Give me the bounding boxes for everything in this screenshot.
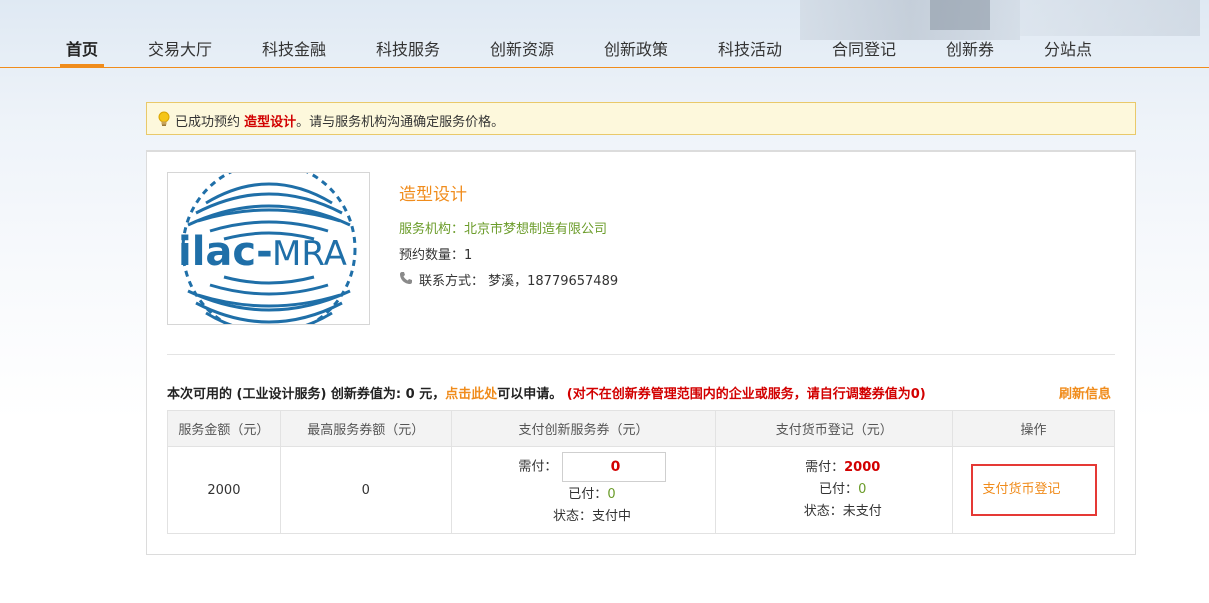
phone-icon xyxy=(399,271,415,289)
cell-max-voucher: 0 xyxy=(279,446,452,534)
nav-item-tech-activities[interactable]: 科技活动 xyxy=(718,36,782,60)
cash-need-label: 需付： xyxy=(805,460,845,475)
table-header-row: 服务金额（元） 最高服务券额（元） 支付创新服务券（元） 支付货币登记（元） 操… xyxy=(167,410,1115,447)
nav-item-trading-hall[interactable]: 交易大厅 xyxy=(148,36,212,60)
voucher-paid-label: 已付： xyxy=(568,487,608,502)
voucher-need-input[interactable]: 0 xyxy=(561,452,666,482)
nav-item-innovation-voucher[interactable]: 创新券 xyxy=(946,36,994,60)
refresh-info-link[interactable]: 刷新信息 xyxy=(1059,383,1111,402)
section-divider xyxy=(167,354,1115,355)
success-notice: 已成功预约 造型设计。请与服务机构沟通确定服务价格。 xyxy=(146,102,1136,135)
nav-item-substations[interactable]: 分站点 xyxy=(1044,36,1092,60)
lightbulb-icon xyxy=(158,111,170,126)
contact-text: 联系方式： 梦溪，18779657489 xyxy=(419,274,619,289)
service-title[interactable]: 造型设计 xyxy=(399,180,467,205)
avail-warning: (对不在创新券管理范围内的企业或服务，请自行调整券值为0) xyxy=(566,387,926,402)
notice-suffix: 。请与服务机构沟通确定服务价格。 xyxy=(296,115,505,130)
logo-wordmark: ilac- xyxy=(178,229,273,275)
nav-item-tech-finance[interactable]: 科技金融 xyxy=(262,36,326,60)
header-max-voucher: 最高服务券额（元） xyxy=(279,410,452,447)
nav-item-innovation-policy[interactable]: 创新政策 xyxy=(604,36,668,60)
nav-item-home[interactable]: 首页 xyxy=(66,36,98,60)
voucher-need-label: 需付： xyxy=(518,459,558,475)
voucher-availability: 本次可用的 (工业设计服务) 创新券值为: 0 元，点击此处可以申请。 (对不在… xyxy=(167,383,926,402)
cash-paid-value: 0 xyxy=(858,482,867,497)
notice-text: 已成功预约 造型设计。请与服务机构沟通确定服务价格。 xyxy=(175,111,504,130)
voucher-status: 状态：支付中 xyxy=(552,509,631,524)
header-pay-voucher: 支付创新服务券（元） xyxy=(450,410,717,447)
cell-pay-cash: 需付：2000 已付：0 状态：未支付 xyxy=(715,446,954,534)
voucher-paid-value: 0 xyxy=(607,487,616,502)
notice-service-name: 造型设计 xyxy=(244,115,297,130)
header-service-amount: 服务金额（元） xyxy=(167,410,281,447)
payment-table: 服务金额（元） 最高服务券额（元） 支付创新服务券（元） 支付货币登记（元） 操… xyxy=(167,410,1115,534)
ilac-mra-logo: ilac- MRA xyxy=(178,173,357,324)
apply-link[interactable]: 点击此处 xyxy=(445,387,497,402)
header-action: 操作 xyxy=(952,410,1115,447)
nav-active-indicator xyxy=(60,64,104,68)
cell-service-amount: 2000 xyxy=(167,446,281,534)
nav-item-contract-registration[interactable]: 合同登记 xyxy=(832,36,896,60)
table-row: 2000 0 需付： 0 已付：0 状态：支付中 需付：2000 已付：0 状态… xyxy=(167,446,1115,534)
avail-prefix: 本次可用的 (工业设计服务) 创新券值为: 0 元， xyxy=(167,387,446,402)
cash-status: 状态：未支付 xyxy=(803,504,882,519)
booking-card: ilac- MRA 造型设计 服务机构：北京市梦想制造有限公司 预约数量：1 联… xyxy=(146,150,1136,555)
header-pay-cash: 支付货币登记（元） xyxy=(715,410,954,447)
cell-pay-voucher: 需付： 0 已付：0 状态：支付中 xyxy=(450,446,717,534)
avail-suffix: 可以申请。 xyxy=(497,387,563,402)
booking-quantity: 预约数量：1 xyxy=(399,248,473,263)
action-highlight-box: 支付货币登记 xyxy=(970,464,1097,516)
notice-prefix: 已成功预约 xyxy=(175,115,241,130)
pay-cash-register-link[interactable]: 支付货币登记 xyxy=(983,482,1061,497)
cash-paid-label: 已付： xyxy=(819,482,859,497)
cell-action: 支付货币登记 xyxy=(952,446,1115,534)
service-organization: 服务机构：北京市梦想制造有限公司 xyxy=(399,222,608,237)
service-logo: ilac- MRA xyxy=(167,172,370,325)
cash-need-value: 2000 xyxy=(844,460,881,475)
logo-wordmark-mra: MRA xyxy=(272,234,347,274)
contact-info: 联系方式： 梦溪，18779657489 xyxy=(399,270,618,289)
main-nav: 首页 交易大厅 科技金融 科技服务 创新资源 创新政策 科技活动 合同登记 创新… xyxy=(0,0,1209,68)
nav-item-tech-services[interactable]: 科技服务 xyxy=(376,36,440,60)
nav-item-innovation-resources[interactable]: 创新资源 xyxy=(490,36,554,60)
